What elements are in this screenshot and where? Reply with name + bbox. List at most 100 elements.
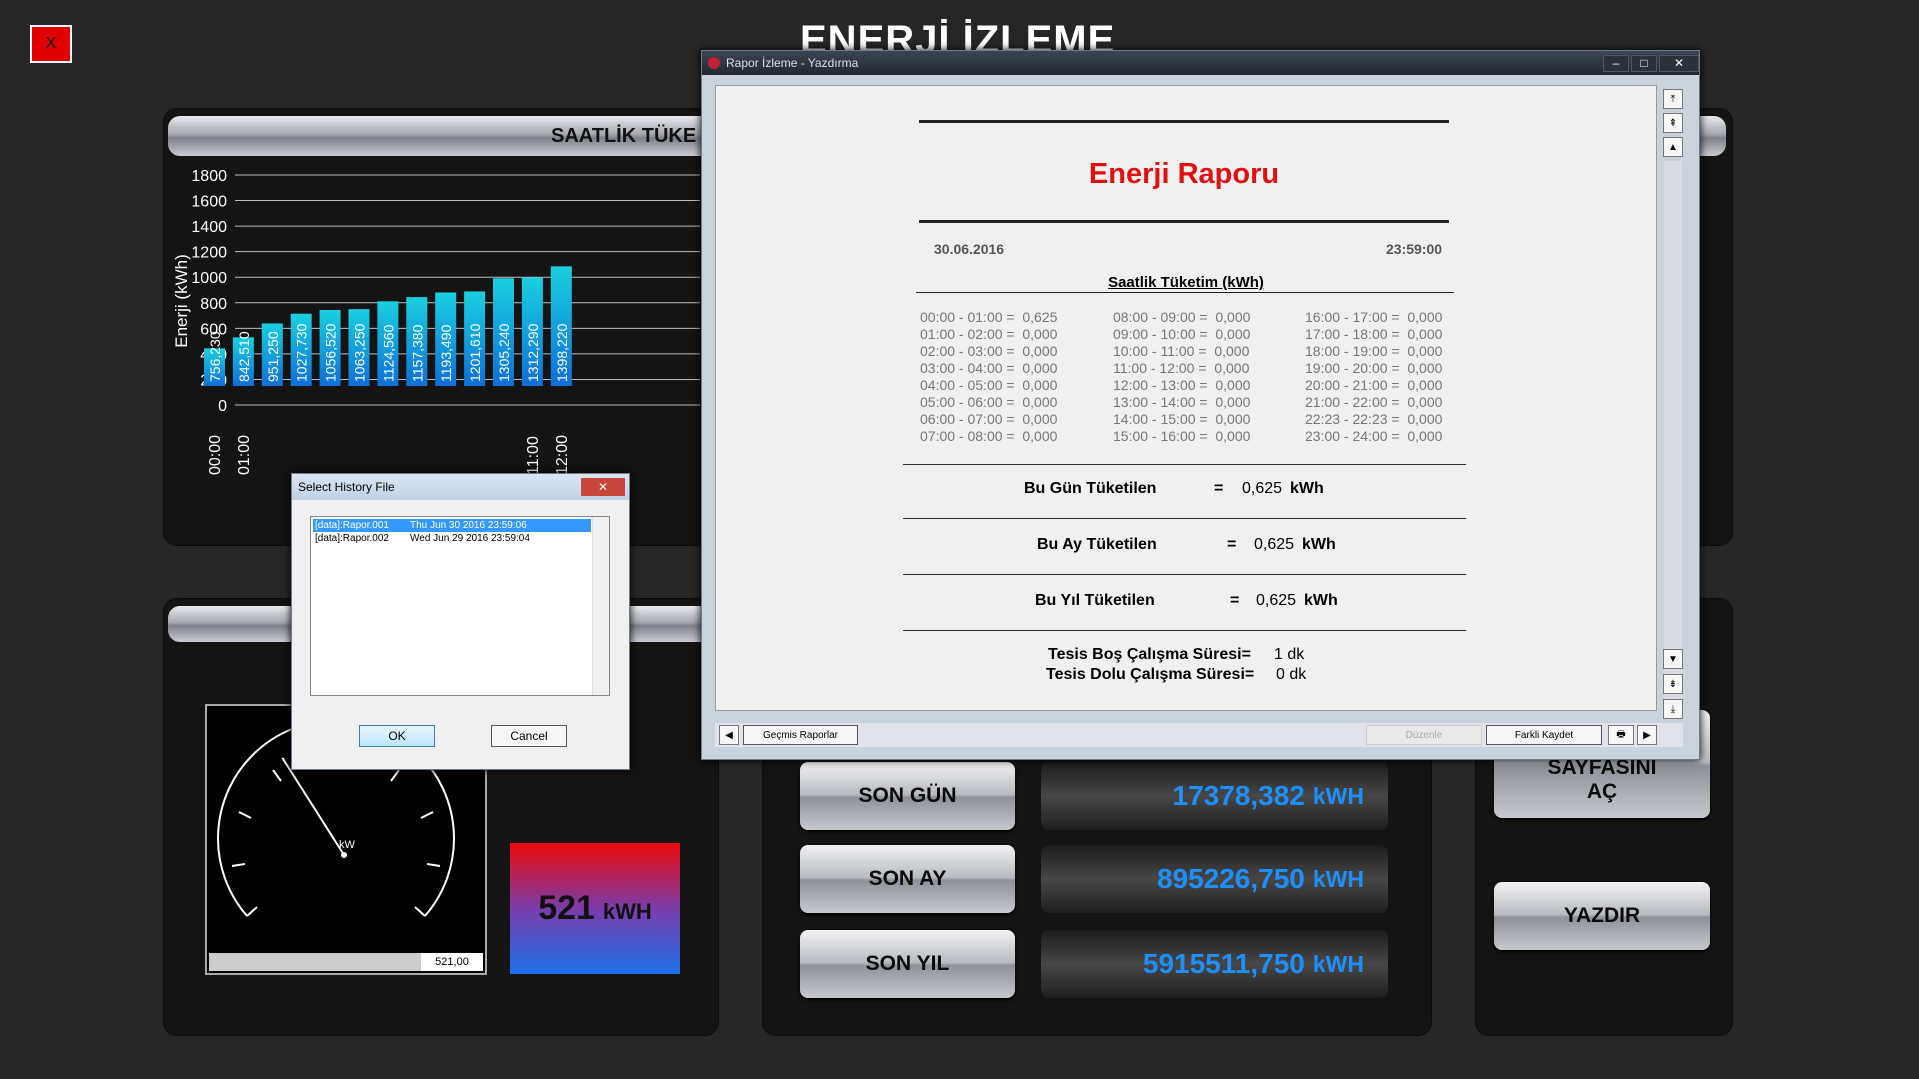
hourly-chart-title: SAATLİK TÜKE xyxy=(551,125,697,147)
hourly-entry: 10:00 - 11:00 = 0,000 xyxy=(1113,343,1250,359)
gauge-readout-bar xyxy=(209,953,421,971)
scroll-up-icon[interactable]: ▲ xyxy=(1663,137,1683,157)
y-tick-label: 0 xyxy=(218,398,227,415)
son-yil-number: 5915511,750 xyxy=(1142,948,1305,979)
x-tick-label: 12:00 xyxy=(554,435,571,475)
close-button[interactable]: X xyxy=(30,25,72,63)
y-tick-label: 1000 xyxy=(191,270,227,287)
y-tick-label: 1200 xyxy=(191,245,227,262)
scroll-page-up-icon[interactable]: ⇞ xyxy=(1663,113,1683,133)
son-gun-unit: kWH xyxy=(1312,782,1364,809)
cancel-button[interactable]: Cancel xyxy=(491,725,567,747)
list-item[interactable]: [data]:Rapor.002 Wed Jun 29 2016 23:59:0… xyxy=(313,532,591,545)
scroll-page-down-icon[interactable]: ⇟ xyxy=(1663,674,1683,694)
bar-value-label: 1305,240 xyxy=(496,323,512,382)
gauge-unit: kW xyxy=(339,839,356,851)
son-gun-number: 17378,382 xyxy=(1172,780,1305,811)
y-tick-label: 1600 xyxy=(191,194,227,211)
hourly-entry: 08:00 - 09:00 = 0,000 xyxy=(1113,309,1251,325)
son-yil-unit: kWH xyxy=(1312,950,1364,977)
son-ay-number: 895226,750 xyxy=(1156,863,1305,894)
bar-value-label: 1398,220 xyxy=(554,323,570,382)
x-tick-label: 00:00 xyxy=(207,435,224,475)
window-close-icon[interactable]: ✕ xyxy=(1659,54,1699,72)
hourly-entry: 14:00 - 15:00 = 0,000 xyxy=(1113,411,1251,427)
report-title: Enerji Raporu xyxy=(1088,158,1280,190)
hourly-entry: 18:00 - 19:00 = 0,000 xyxy=(1305,343,1443,359)
x-tick-label: 01:00 xyxy=(236,435,253,475)
minimize-icon[interactable]: – xyxy=(1603,54,1629,72)
hourly-column-2: 08:00 - 09:00 = 0,000 09:00 - 10:00 = 0,0… xyxy=(1113,309,1250,445)
save-as-button[interactable]: Farkli Kaydet xyxy=(1486,725,1602,745)
bar-value-label: 756,230 xyxy=(207,331,223,382)
y-tick-label: 800 xyxy=(200,296,227,313)
report-time: 23:59:00 xyxy=(1386,241,1443,257)
scroll-top-icon[interactable]: ⤒ xyxy=(1663,89,1683,109)
bar-value-label: 1157,380 xyxy=(409,324,425,382)
bar-value-label: 1193,490 xyxy=(438,324,454,382)
son-ay-button[interactable]: SON AY xyxy=(800,845,1015,913)
open-page-label-line2: AÇ xyxy=(1586,780,1618,803)
history-dialog-title: Select History File xyxy=(298,480,395,494)
scroll-down-icon[interactable]: ▼ xyxy=(1663,649,1683,669)
hourly-entry: 19:00 - 20:00 = 0,000 xyxy=(1305,360,1443,376)
hourly-entry: 04:00 - 05:00 = 0,000 xyxy=(920,377,1058,393)
history-dialog-titlebar: Select History File ✕ xyxy=(292,474,629,500)
son-yil-value: 5915511,750 kWH xyxy=(1041,930,1388,998)
history-reports-button[interactable]: Geçmis Raporlar xyxy=(743,725,858,745)
printer-icon[interactable]: 🖶 xyxy=(1608,725,1634,745)
history-close-icon[interactable]: ✕ xyxy=(581,478,625,496)
son-gun-button[interactable]: SON GÜN xyxy=(800,762,1015,830)
bar-value-label: 1124,560 xyxy=(380,324,396,382)
scroll-bottom-icon[interactable]: ⤓ xyxy=(1663,699,1683,719)
edit-button[interactable]: Düzenle xyxy=(1366,725,1482,745)
print-button[interactable]: YAZDIR xyxy=(1494,882,1710,950)
hourly-entry: 07:00 - 08:00 = 0,000 xyxy=(920,428,1058,444)
hourly-entry: 21:00 - 22:00 = 0,000 xyxy=(1305,394,1443,410)
son-ay-value: 895226,750 kWH xyxy=(1041,845,1388,913)
hourly-entry: 16:00 - 17:00 = 0,000 xyxy=(1305,309,1443,325)
history-dialog: Select History File ✕ [data]:Rapor.001 T… xyxy=(291,473,630,770)
hourly-column-3: 16:00 - 17:00 = 0,000 17:00 - 18:00 = 0,0… xyxy=(1305,309,1442,445)
bar-value-label: 1063,250 xyxy=(352,323,368,382)
hourly-entry: 06:00 - 07:00 = 0,000 xyxy=(920,411,1058,427)
live-power-value: 521 xyxy=(538,889,595,927)
live-power-unit: kWH xyxy=(602,898,652,924)
hourly-entry: 00:00 - 01:00 = 0,625 xyxy=(920,309,1058,325)
prev-page-icon[interactable]: ◀ xyxy=(719,725,739,745)
report-page: Enerji Raporu 30.06.2016 23:59:00 Saatli… xyxy=(715,85,1657,711)
hourly-entry: 12:00 - 13:00 = 0,000 xyxy=(1113,377,1251,393)
report-window-title: Rapor İzleme - Yazdırma xyxy=(726,56,859,70)
list-item[interactable]: [data]:Rapor.001 Thu Jun 30 2016 23:59:0… xyxy=(313,519,591,532)
son-gun-value: 17378,382 kWH xyxy=(1041,762,1388,830)
bar-value-label: 842,510 xyxy=(236,331,252,382)
hourly-entry: 01:00 - 02:00 = 0,000 xyxy=(920,326,1058,342)
ok-button[interactable]: OK xyxy=(359,725,435,747)
hourly-section-title: Saatlik Tüketim (kWh) xyxy=(1108,274,1264,291)
son-yil-button[interactable]: SON YIL xyxy=(800,930,1015,998)
hourly-entry: 20:00 - 21:00 = 0,000 xyxy=(1305,377,1443,393)
next-page-icon[interactable]: ▶ xyxy=(1637,725,1657,745)
list-scrollbar[interactable] xyxy=(592,517,609,695)
maximize-icon[interactable]: □ xyxy=(1631,54,1657,72)
hourly-entry: 22:23 - 22:23 = 0,000 xyxy=(1305,411,1443,427)
hourly-entry: 05:00 - 06:00 = 0,000 xyxy=(920,394,1058,410)
gauge-readout: 521,00 xyxy=(421,953,483,971)
bar-value-label: 1056,520 xyxy=(323,323,339,382)
son-ay-unit: kWH xyxy=(1312,865,1364,892)
hourly-column-1: 00:00 - 01:00 = 0,625 01:00 - 02:00 = 0,0… xyxy=(920,309,1057,445)
hourly-entry: 09:00 - 10:00 = 0,000 xyxy=(1113,326,1251,342)
hourly-entry: 03:00 - 04:00 = 0,000 xyxy=(920,360,1058,376)
hourly-entry: 11:00 - 12:00 = 0,000 xyxy=(1113,360,1250,376)
hourly-entry: 02:00 - 03:00 = 0,000 xyxy=(920,343,1058,359)
report-window: Rapor İzleme - Yazdırma – □ ✕ Enerji Rap… xyxy=(701,50,1700,760)
vertical-scrollbar[interactable] xyxy=(1664,161,1682,699)
bar-value-label: 1027,730 xyxy=(294,323,310,382)
report-window-titlebar: Rapor İzleme - Yazdırma – □ ✕ xyxy=(702,51,1699,75)
y-tick-label: 1800 xyxy=(191,168,227,185)
hourly-entry: 23:00 - 24:00 = 0,000 xyxy=(1305,428,1443,444)
gauge-needle xyxy=(281,757,345,856)
report-date: 30.06.2016 xyxy=(934,241,1005,257)
hourly-entry: 13:00 - 14:00 = 0,000 xyxy=(1113,394,1251,410)
history-file-list[interactable]: [data]:Rapor.001 Thu Jun 30 2016 23:59:0… xyxy=(310,516,610,696)
